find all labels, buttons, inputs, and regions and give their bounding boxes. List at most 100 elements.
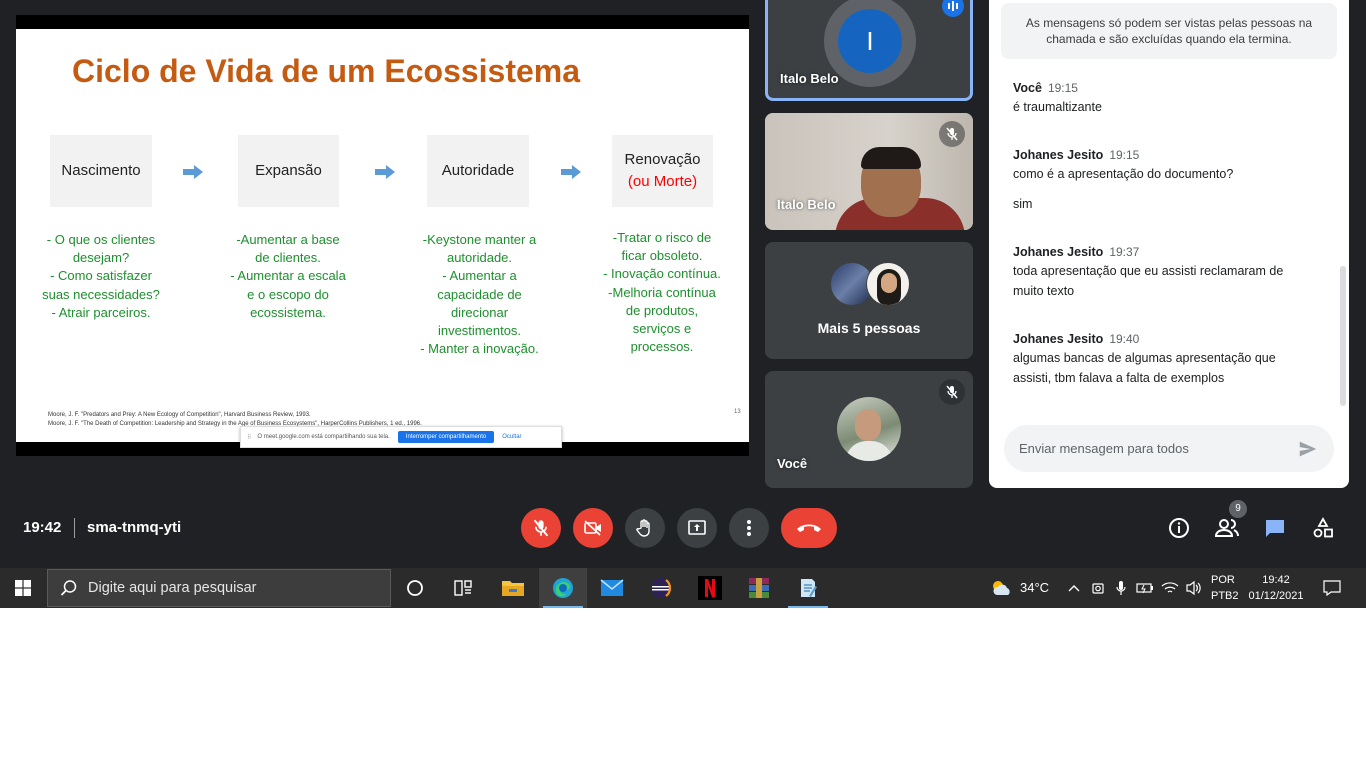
- taskbar-app-mail[interactable]: [588, 568, 636, 608]
- taskbar-app-edge[interactable]: [539, 568, 587, 608]
- raise-hand-button[interactable]: [625, 508, 665, 548]
- weather-icon[interactable]: [989, 578, 1015, 598]
- stage-description: - O que os clientes desejam? - Como sati…: [42, 232, 160, 320]
- participant-tile[interactable]: I Italo Belo: [765, 0, 973, 101]
- wifi-icon[interactable]: [1160, 578, 1180, 598]
- meeting-details-button[interactable]: [1165, 514, 1193, 542]
- taskbar-app-notes[interactable]: [784, 568, 832, 608]
- participant-tile[interactable]: Você: [765, 371, 973, 488]
- search-icon: [60, 580, 77, 596]
- arrow-right-icon: [375, 165, 395, 179]
- battery-icon[interactable]: [1135, 578, 1155, 598]
- clock-time: 19:42: [1262, 574, 1290, 586]
- stage-name: Renovação: [624, 151, 701, 168]
- arrow-right-icon: [561, 165, 581, 179]
- more-vert-icon: [747, 520, 751, 536]
- mic-toggle-button[interactable]: [521, 508, 561, 548]
- chat-scrollbar[interactable]: [1340, 266, 1346, 406]
- taskbar-app-winrar[interactable]: [735, 568, 783, 608]
- chat-notice: As mensagens só podem ser vistas pelas p…: [1001, 3, 1337, 59]
- message-time: 19:37: [1109, 245, 1140, 259]
- chat-message: Você 19:15 é traumaltizante: [1013, 78, 1313, 117]
- message-text: como é a apresentação do documento?: [1013, 167, 1234, 181]
- chat-input-container: [1004, 425, 1334, 472]
- share-message: O meet.google.com está compartilhando su…: [257, 434, 390, 440]
- people-button[interactable]: [1213, 514, 1241, 542]
- participant-tile[interactable]: Italo Belo: [765, 113, 973, 230]
- message-sender: Você: [1013, 81, 1042, 95]
- drag-handle-icon[interactable]: ⠿: [247, 434, 251, 441]
- eclipse-icon: [651, 578, 672, 598]
- notes-icon: [801, 579, 817, 597]
- stage-description: -Tratar o risco de ficar obsoleto. - Ino…: [603, 230, 721, 355]
- camera-off-icon: [584, 520, 601, 536]
- audio-level-icon: [942, 0, 964, 17]
- task-view-icon: [454, 580, 472, 596]
- presentation-area[interactable]: Ciclo de Vida de um Ecossistema Nascimen…: [16, 15, 749, 456]
- mic-off-icon: [939, 379, 965, 405]
- chat-button[interactable]: [1261, 514, 1289, 542]
- edge-icon: [553, 578, 573, 598]
- search-placeholder: Digite aqui para pesquisar: [88, 580, 257, 596]
- stage-description: -Keystone manter a autoridade. - Aumenta…: [420, 232, 539, 357]
- task-view-button[interactable]: [439, 568, 487, 608]
- divider: [74, 518, 75, 538]
- hang-up-icon: [797, 524, 821, 532]
- chat-message: Johanes Jesito 19:15 como é a apresentaçã…: [1013, 145, 1313, 214]
- chat-icon: [1266, 520, 1284, 537]
- system-clock[interactable]: 19:42 01/12/2021: [1247, 572, 1305, 604]
- message-time: 19:15: [1109, 148, 1140, 162]
- participant-tile[interactable]: Mais 5 pessoas: [765, 242, 973, 359]
- people-icon: [1215, 519, 1239, 537]
- taskbar-app-netflix[interactable]: [686, 568, 734, 608]
- taskbar: Digite aqui para pesquisar 34°C POR PTB2…: [0, 568, 1366, 608]
- stage-name: Autoridade: [441, 162, 515, 179]
- input-language[interactable]: POR PTB2: [1211, 572, 1239, 604]
- taskbar-app-file-explorer[interactable]: [489, 568, 537, 608]
- message-sender: Johanes Jesito: [1013, 332, 1104, 346]
- chevron-up-icon[interactable]: [1064, 578, 1084, 598]
- participants-count-badge: 9: [1229, 500, 1247, 518]
- action-center-icon[interactable]: [1322, 578, 1342, 598]
- camera-toggle-button[interactable]: [573, 508, 613, 548]
- stage-box-nascimento: Nascimento: [50, 135, 152, 207]
- camera-in-use-icon[interactable]: [1088, 578, 1108, 598]
- avatar: [837, 397, 901, 461]
- cortana-button[interactable]: [391, 568, 439, 608]
- activities-button[interactable]: [1309, 514, 1337, 542]
- mic-off-icon: [533, 519, 549, 537]
- windows-logo-icon: [15, 580, 31, 596]
- stage-box-expansao: Expansão: [238, 135, 339, 207]
- message-time: 19:15: [1047, 81, 1078, 95]
- microphone-in-use-icon[interactable]: [1111, 578, 1131, 598]
- stage-name: Nascimento: [61, 162, 141, 179]
- present-button[interactable]: [677, 508, 717, 548]
- message-text: algumas bancas de algumas apresentação q…: [1013, 351, 1276, 385]
- more-people-label: Mais 5 pessoas: [817, 320, 921, 336]
- start-button[interactable]: [0, 568, 46, 608]
- volume-icon[interactable]: [1184, 578, 1204, 598]
- weather-temperature[interactable]: 34°C: [1020, 580, 1049, 595]
- present-screen-icon: [688, 520, 706, 535]
- slide: Ciclo de Vida de um Ecossistema Nascimen…: [16, 29, 749, 448]
- message-time: 19:40: [1109, 332, 1140, 346]
- stop-sharing-button[interactable]: Interromper compartilhamento: [397, 431, 495, 443]
- more-options-button[interactable]: [729, 508, 769, 548]
- mic-off-icon: [939, 121, 965, 147]
- message-text: sim: [1013, 197, 1033, 211]
- participant-name: Italo Belo: [780, 71, 839, 86]
- message-text: é traumaltizante: [1013, 100, 1102, 114]
- hand-icon: [636, 519, 650, 537]
- end-call-button[interactable]: [781, 508, 837, 548]
- taskbar-app-eclipse[interactable]: [637, 568, 685, 608]
- folder-icon: [502, 581, 524, 596]
- hide-button[interactable]: Ocultar: [502, 434, 521, 440]
- taskbar-search[interactable]: Digite aqui para pesquisar: [47, 569, 391, 607]
- participant-name: Você: [777, 456, 808, 471]
- arrow-right-icon: [183, 165, 203, 179]
- chat-input[interactable]: [1019, 441, 1279, 456]
- chat-panel: As mensagens só podem ser vistas pelas p…: [989, 0, 1349, 488]
- send-icon[interactable]: [1297, 438, 1319, 460]
- slide-number: 13: [734, 409, 741, 415]
- message-sender: Johanes Jesito: [1013, 245, 1104, 259]
